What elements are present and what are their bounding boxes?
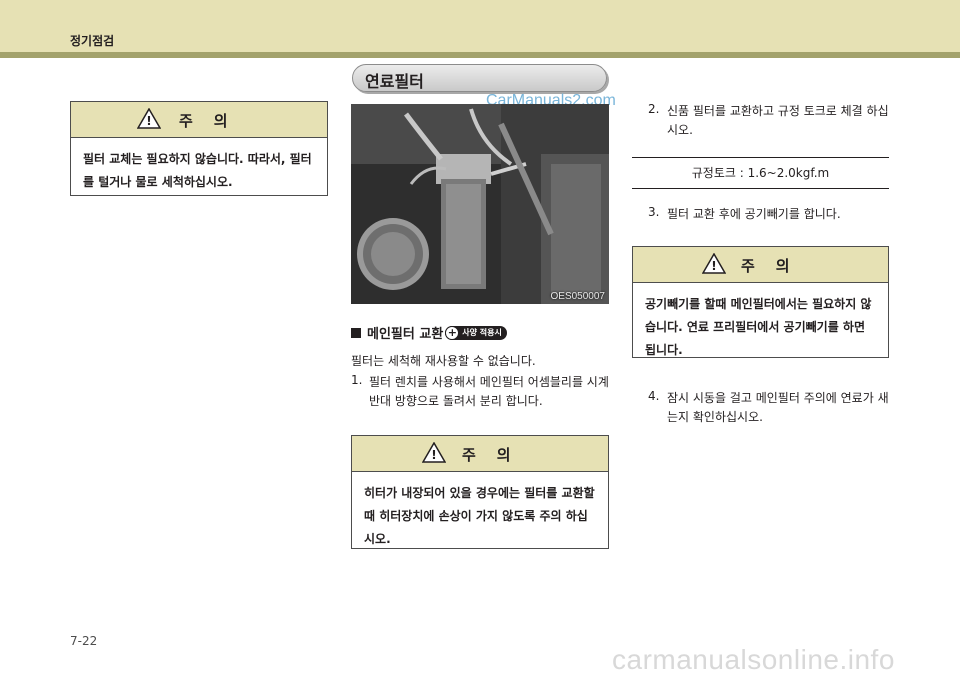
svg-text:!: ! — [146, 114, 151, 128]
caution-header: ! 주 의 — [71, 102, 327, 138]
fuel-filter-photo: OES050007 — [351, 104, 609, 304]
header-rule — [0, 52, 960, 58]
caution-box-middle: ! 주 의 히터가 내장되어 있을 경우에는 필터를 교환할 때 히터장치에 손… — [351, 435, 609, 549]
step-text: 잠시 시동을 걸고 메인필터 주의에 연료가 새는지 확인하십시오. — [667, 391, 889, 424]
option-badge: + 사양 적용시 — [445, 325, 507, 340]
footer-watermark: carmanualsonline.info — [612, 644, 895, 675]
step-number: 4. — [648, 389, 660, 403]
torque-spec: 규정토크 : 1.6~2.0kgf.m — [691, 166, 830, 180]
caution-text: 히터가 내장되어 있을 경우에는 필터를 교환할 때 히터장치에 손상이 가지 … — [364, 486, 595, 546]
step-text: 필터 렌치를 사용해서 메인필터 어셈블리를 시계 반대 방향으로 돌려서 분리… — [369, 375, 609, 408]
page-number: 7-22 — [70, 634, 98, 648]
warning-triangle-icon: ! — [136, 107, 162, 133]
subsection-heading: 메인필터 교환 + 사양 적용시 — [351, 323, 507, 342]
warning-triangle-icon: ! — [421, 441, 447, 467]
caution-text: 공기빼기를 할때 메인필터에서는 필요하지 않습니다. 연료 프리필터에서 공기… — [645, 297, 872, 357]
caution-label: 주 의 — [179, 112, 228, 130]
plus-icon: + — [445, 325, 460, 340]
step-text: 필터 교환 후에 공기빼기를 합니다. — [667, 207, 841, 221]
step-text: 신품 필터를 교환하고 규정 토크로 체결 하십시오. — [667, 104, 889, 137]
caution-header: ! 주 의 — [352, 436, 608, 472]
caution-label: 주 의 — [741, 257, 790, 275]
step-number: 3. — [648, 205, 660, 219]
option-badge-label: 사양 적용시 — [462, 328, 502, 337]
step-number: 1. — [351, 373, 363, 387]
subsection-title: 메인필터 교환 — [367, 327, 444, 342]
spec-bottom-rule — [632, 188, 889, 189]
bullet-square-icon — [351, 327, 361, 338]
chapter-title: 정기점검 — [70, 34, 115, 48]
header-band — [0, 0, 960, 52]
caution-box-left: ! 주 의 필터 교체는 필요하지 않습니다. 따라서, 필터를 털거나 물로 … — [70, 101, 328, 196]
caution-label: 주 의 — [462, 446, 511, 464]
svg-text:!: ! — [431, 448, 436, 462]
section-title: 연료필터 — [365, 72, 424, 91]
photo-code: OES050007 — [550, 291, 606, 302]
caution-text: 필터 교체는 필요하지 않습니다. 따라서, 필터를 털거나 물로 세척하십시오… — [83, 152, 312, 189]
intro-text: 필터는 세척해 재사용할 수 없습니다. — [351, 354, 536, 368]
caution-box-right: ! 주 의 공기빼기를 할때 메인필터에서는 필요하지 않습니다. 연료 프리필… — [632, 246, 889, 358]
svg-text:!: ! — [711, 259, 716, 273]
caution-header: ! 주 의 — [633, 247, 888, 283]
warning-triangle-icon: ! — [701, 252, 727, 278]
spec-top-rule — [632, 157, 889, 158]
step-number: 2. — [648, 102, 660, 116]
section-title-pill: 연료필터 — [352, 64, 607, 92]
